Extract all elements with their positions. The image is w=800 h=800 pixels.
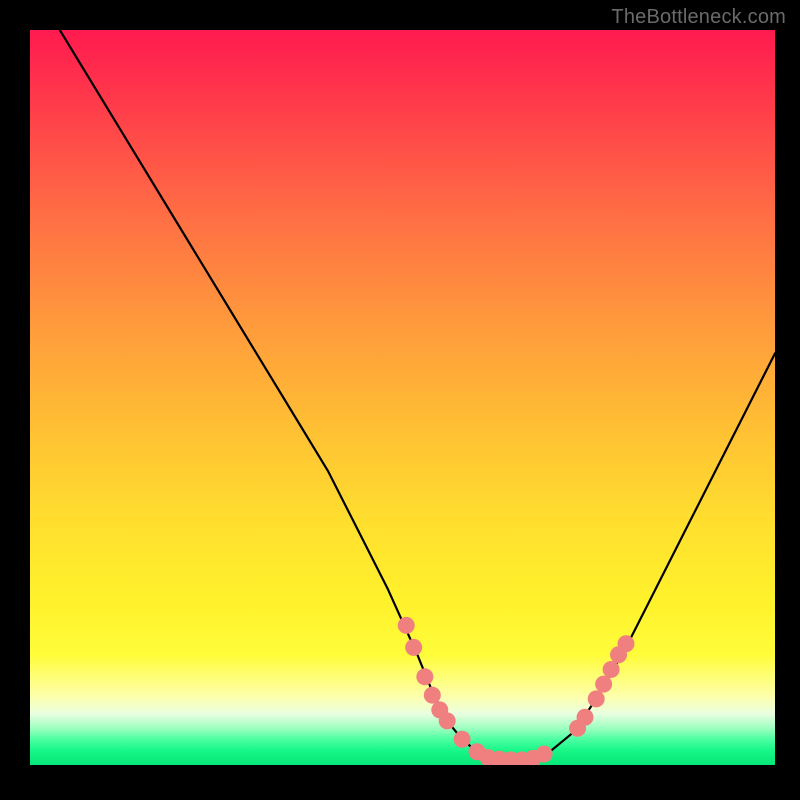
chart-stage: TheBottleneck.com bbox=[0, 0, 800, 800]
highlight-dot bbox=[595, 676, 612, 693]
highlight-dot bbox=[405, 639, 422, 656]
highlight-dot bbox=[398, 617, 415, 634]
highlight-dot bbox=[577, 709, 594, 726]
highlight-dot-group bbox=[398, 617, 635, 765]
highlight-dot bbox=[454, 731, 471, 748]
plot-area bbox=[30, 30, 775, 765]
highlight-dot bbox=[603, 661, 620, 678]
watermark-text: TheBottleneck.com bbox=[611, 6, 786, 29]
highlight-dot bbox=[536, 745, 553, 762]
highlight-dot bbox=[588, 690, 605, 707]
highlight-dot bbox=[416, 668, 433, 685]
highlight-dot bbox=[439, 712, 456, 729]
highlight-dot bbox=[424, 687, 441, 704]
highlight-dot bbox=[618, 635, 635, 652]
chart-svg bbox=[30, 30, 775, 765]
